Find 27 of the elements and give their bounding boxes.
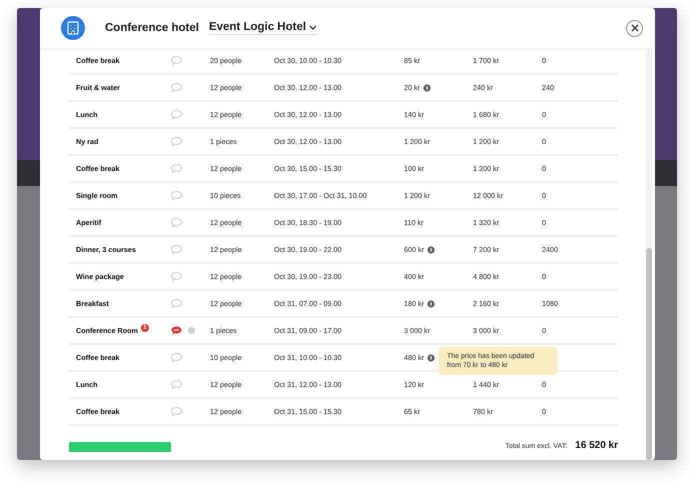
info-icon[interactable] bbox=[426, 246, 435, 254]
total-value: 16 520 kr bbox=[575, 440, 618, 452]
comment-icon[interactable] bbox=[171, 83, 182, 92]
comment-icon[interactable] bbox=[171, 353, 182, 362]
comment-icon[interactable] bbox=[171, 380, 182, 389]
info-icon[interactable] bbox=[426, 354, 435, 362]
comment-icon[interactable] bbox=[171, 407, 182, 416]
chevron-down-icon bbox=[309, 24, 318, 30]
comment-icon[interactable] bbox=[171, 245, 182, 254]
comment-icon[interactable] bbox=[171, 299, 182, 308]
comment-icon[interactable] bbox=[171, 56, 182, 65]
comment-icon[interactable] bbox=[171, 191, 182, 200]
scrollbar[interactable] bbox=[646, 48, 652, 460]
comment-icon[interactable] bbox=[171, 326, 182, 335]
comment-icon[interactable] bbox=[171, 137, 182, 146]
comment-icon[interactable] bbox=[171, 272, 182, 281]
close-button[interactable] bbox=[626, 20, 643, 36]
comment-icon[interactable] bbox=[171, 110, 182, 119]
info-icon[interactable] bbox=[422, 84, 431, 92]
hotel-building-icon bbox=[61, 16, 85, 40]
close-icon bbox=[630, 24, 638, 32]
comment-icon[interactable] bbox=[171, 218, 182, 227]
action-button[interactable] bbox=[69, 442, 171, 452]
dialog-title: Conference hotel bbox=[105, 22, 199, 34]
hotel-dropdown[interactable]: Event Logic Hotel bbox=[208, 21, 318, 35]
info-icon[interactable] bbox=[426, 300, 435, 308]
comment-icon[interactable] bbox=[171, 164, 182, 173]
